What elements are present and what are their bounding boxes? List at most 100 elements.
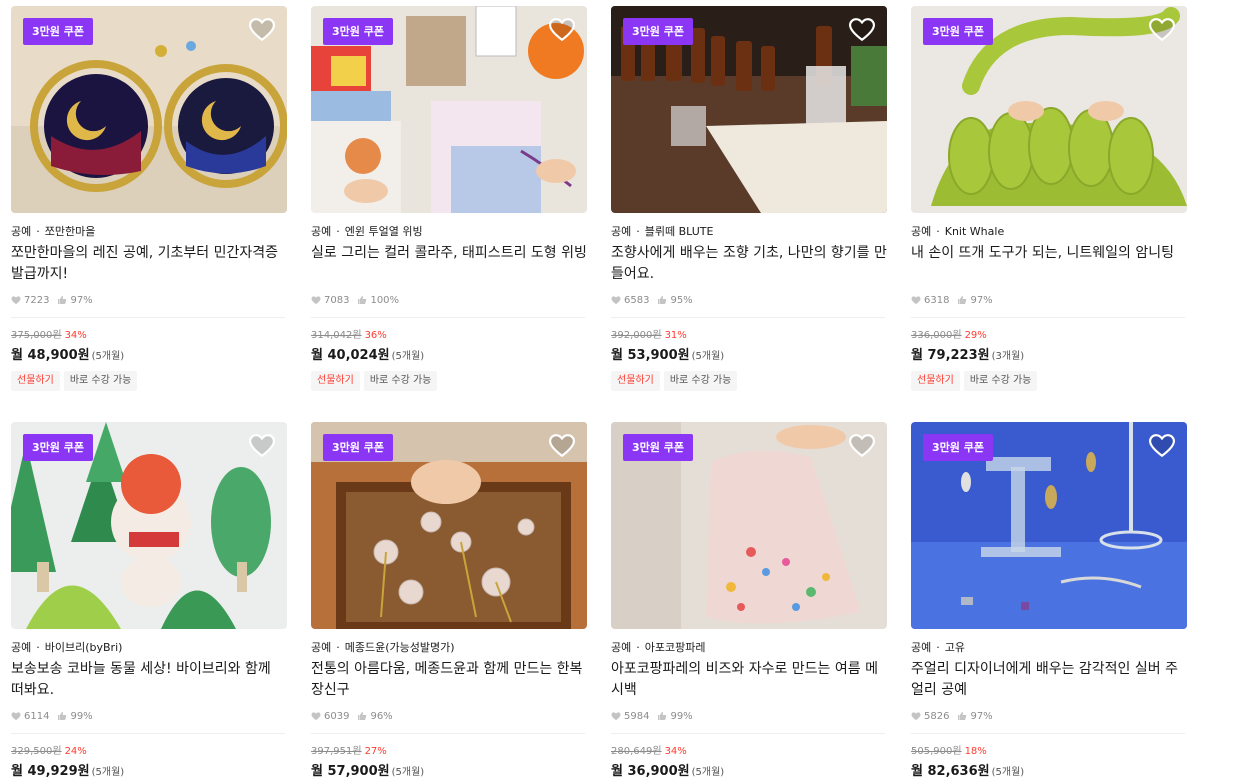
class-card[interactable]: 3만원 쿠폰 공예 · 쪼만한마을 쪼만한마을의 레진 공예, 기초부터 민간자격증… [11,6,287,391]
class-title[interactable]: 실로 그리는 컬러 콜라주, 태피스트리 도형 위빙 [311,243,587,285]
heart-icon[interactable] [549,18,575,42]
rating: 99% [670,710,693,722]
class-thumbnail[interactable]: 3만원 쿠폰 [311,422,587,629]
gift-tag[interactable]: 선물하기 [311,371,360,391]
rating: 95% [670,294,693,306]
gift-tag[interactable]: 선물하기 [611,371,660,391]
creator-name: 쪼만한마을 [44,225,96,237]
gift-tag[interactable]: 선물하기 [911,371,960,391]
tags: 선물하기 바로 수강 가능 [911,371,1187,391]
monthly-price: 월 49,929원 [11,764,90,779]
heart-icon[interactable] [849,434,875,458]
class-card[interactable]: 3만원 쿠폰 공예 · 블뤼떼 BLUTE 조향사에게 배우는 조향 기초, 나만의… [611,6,887,391]
class-card[interactable]: 3만원 쿠폰 공예 · Knit Whale 내 손이 뜨개 도구가 되는, 니트웨… [911,6,1187,391]
class-title[interactable]: 조향사에게 배우는 조향 기초, 나만의 향기를 만들어요. [611,243,887,285]
price-monthly: 월 79,223원 (3개월) [911,344,1187,363]
heart-icon[interactable] [849,18,875,42]
discount-rate: 31% [664,330,687,341]
tags: 선물하기 바로 수강 가능 [311,371,587,391]
thumbs-up-icon [958,296,967,304]
class-thumbnail[interactable]: 3만원 쿠폰 [911,6,1187,213]
class-card[interactable]: 3만원 쿠폰 공예 · 엔윈 투얼열 위빙 실로 그리는 컬러 콜라주, 태피스트리… [311,6,587,391]
price-monthly: 월 36,900원 (5개월) [611,760,887,779]
class-title[interactable]: 보송보송 코바늘 동물 세상! 바이브리와 함께 떠봐요. [11,659,287,701]
discount-rate: 24% [64,746,87,757]
heart-icon[interactable] [249,18,275,42]
price-monthly: 월 57,900원 (5개월) [311,760,587,779]
class-stats: 6039 96% [311,709,587,723]
divider [611,317,885,318]
class-title[interactable]: 주얼리 디자이너에게 배우는 감각적인 실버 주얼리 공예 [911,659,1187,701]
heart-icon[interactable] [549,434,575,458]
coupon-badge: 3만원 쿠폰 [923,18,993,45]
divider [311,733,585,734]
original-price: 375,000원 [11,330,62,341]
category: 공예 [911,225,932,237]
like-count: 6114 [24,710,50,722]
coupon-badge: 3만원 쿠폰 [623,18,693,45]
class-thumbnail[interactable]: 3만원 쿠폰 [911,422,1187,629]
category-creator: 공예 · 바이브리(byBri) [11,641,123,653]
heart-small-icon [611,711,621,720]
installment-months: (5개월) [91,767,125,778]
thumbs-up-icon [658,296,667,304]
divider [311,317,585,318]
creator-name: 블뤼떼 BLUTE [644,225,714,237]
class-thumbnail[interactable]: 3만원 쿠폰 [11,6,287,213]
price-original: 392,000원 31% [611,326,887,341]
like-count: 5826 [924,710,950,722]
class-card[interactable]: 3만원 쿠폰 공예 · 고유 주얼리 디자이너에게 배우는 감각적인 실버 주얼리 … [911,422,1187,779]
category: 공예 [611,225,632,237]
category: 공예 [911,641,932,653]
instant-tag: 바로 수강 가능 [63,371,138,391]
class-thumbnail[interactable]: 3만원 쿠폰 [611,6,887,213]
installment-months: (5개월) [391,351,425,362]
divider [11,733,285,734]
installment-months: (5개월) [991,767,1025,778]
class-title[interactable]: 전통의 아름다움, 메종드윤과 함께 만드는 한복 장신구 [311,659,587,701]
gift-tag[interactable]: 선물하기 [11,371,60,391]
discount-rate: 29% [964,330,987,341]
heart-icon[interactable] [1149,18,1175,42]
like-count: 7083 [324,294,350,306]
coupon-badge: 3만원 쿠폰 [323,434,393,461]
price-original: 375,000원 34% [11,326,287,341]
price-original: 336,000원 29% [911,326,1187,341]
divider [911,733,1185,734]
heart-icon[interactable] [249,434,275,458]
class-stats: 7083 100% [311,293,587,307]
tags: 선물하기 바로 수강 가능 [611,371,887,391]
category-creator: 공예 · 고유 [911,641,965,653]
divider [611,733,885,734]
instant-tag: 바로 수강 가능 [363,371,438,391]
class-thumbnail[interactable]: 3만원 쿠폰 [11,422,287,629]
class-title[interactable]: 쪼만한마을의 레진 공예, 기초부터 민간자격증 발급까지! [11,243,287,285]
instant-tag: 바로 수강 가능 [963,371,1038,391]
discount-rate: 18% [964,746,987,757]
class-card[interactable]: 3만원 쿠폰 공예 · 메종드윤(가능성발명가) 전통의 아름다움, 메종드윤과 함… [311,422,587,779]
price-original: 397,951원 27% [311,742,587,757]
like-count: 5984 [624,710,650,722]
heart-icon[interactable] [1149,434,1175,458]
class-thumbnail[interactable]: 3만원 쿠폰 [611,422,887,629]
class-title[interactable]: 아포코팡파레의 비즈와 자수로 만드는 여름 메시백 [611,659,887,701]
rating: 96% [370,710,393,722]
thumbs-up-icon [358,712,367,720]
price-monthly: 월 40,024원 (5개월) [311,344,587,363]
class-thumbnail[interactable]: 3만원 쿠폰 [311,6,587,213]
like-count: 6318 [924,294,950,306]
price-original: 329,500원 24% [11,742,287,757]
class-stats: 5826 97% [911,709,1187,723]
class-title[interactable]: 내 손이 뜨개 도구가 되는, 니트웨일의 암니팅 [911,243,1187,285]
installment-months: (5개월) [691,351,725,362]
coupon-badge: 3만원 쿠폰 [623,434,693,461]
class-card[interactable]: 3만원 쿠폰 공예 · 바이브리(byBri) 보송보송 코바늘 동물 세상! 바이… [11,422,287,779]
heart-small-icon [611,295,621,304]
discount-rate: 34% [64,330,87,341]
creator-name: 바이브리(byBri) [44,641,123,653]
creator-name: 엔윈 투얼열 위빙 [344,225,423,237]
class-card[interactable]: 3만원 쿠폰 공예 · 아포코팡파레 아포코팡파레의 비즈와 자수로 만드는 여름 … [611,422,887,779]
category-creator: 공예 · 블뤼떼 BLUTE [611,225,714,237]
category-creator: 공예 · Knit Whale [911,225,1005,237]
thumbs-up-icon [58,712,67,720]
